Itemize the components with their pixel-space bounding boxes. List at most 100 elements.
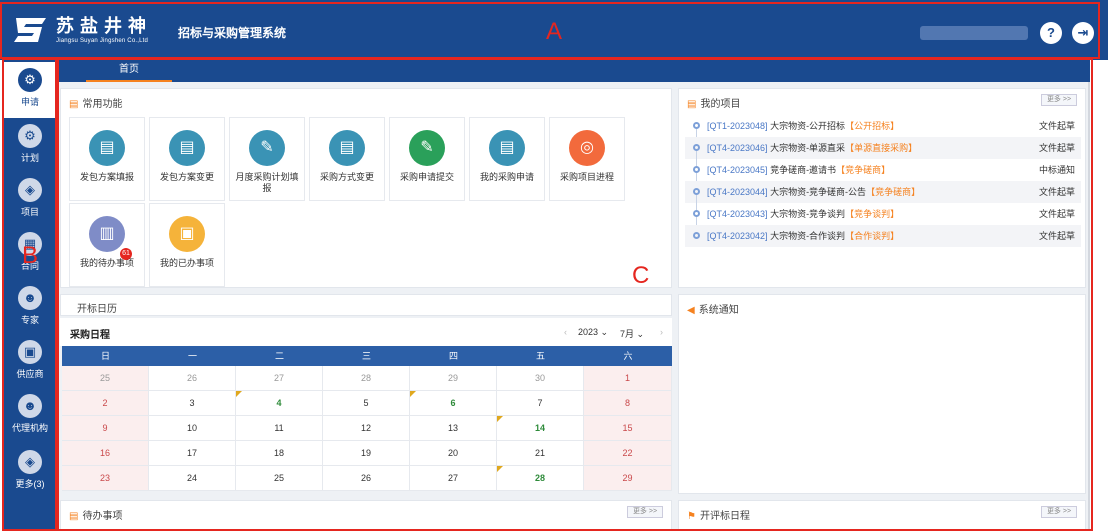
sidebar-item-project[interactable]: ◈ 项目 [4, 172, 56, 228]
calendar-day-cell[interactable]: 25 [62, 366, 149, 391]
calendar-day-number: 27 [273, 373, 284, 383]
event-flag-icon [236, 391, 242, 397]
calendar-day-number: 27 [447, 473, 458, 483]
next-month-icon[interactable]: › [660, 327, 663, 337]
panel-title: 常用功能 [82, 99, 123, 110]
sidebar-item-agency[interactable]: ☻ 代理机构 [4, 388, 56, 444]
timeline-dot-icon [693, 188, 700, 195]
event-flag-icon [497, 416, 503, 422]
sidebar-item-label: 项目 [20, 207, 39, 217]
calendar-day-cell[interactable]: 10 [149, 416, 236, 441]
prev-month-icon[interactable]: ‹ [564, 327, 567, 337]
project-row[interactable]: [QT4-2023045] 竞争磋商-邀请书【竞争磋商】 中标通知 [685, 159, 1081, 189]
project-row[interactable]: [QT4-2023043] 大宗物资-竞争谈判【竞争谈判】 文件起草 [685, 203, 1081, 233]
help-button[interactable]: ? [1040, 22, 1062, 44]
quick-function-item[interactable]: ▣ 我的已办事项 [149, 203, 225, 287]
calendar-day-cell[interactable]: 17 [149, 441, 236, 466]
calendar-day-number: 1 [624, 373, 630, 383]
calendar-day-cell[interactable]: 28 [497, 466, 584, 491]
speaker-icon: ◀ [687, 305, 695, 316]
calendar-day-number: 11 [274, 423, 284, 433]
panel-title: 开评标日程 [699, 511, 750, 522]
todo-panel: ▤ 待办事项 更多 >> [60, 500, 672, 531]
calendar-day-cell[interactable]: 12 [323, 416, 410, 441]
quick-function-item[interactable]: ✎ 采购申请提交 [389, 117, 465, 201]
calendar-day-cell[interactable]: 21 [497, 441, 584, 466]
calendar-day-number: 22 [622, 448, 633, 458]
calendar-day-cell[interactable]: 23 [62, 466, 149, 491]
sidebar-item-label: 代理机构 [11, 423, 48, 433]
calendar-day-cell[interactable]: 13 [410, 416, 497, 441]
quick-function-item[interactable]: ◎ 采购项目进程 [549, 117, 625, 201]
calendar-day-cell[interactable]: 4 [236, 391, 323, 416]
calendar-day-cell[interactable]: 19 [323, 441, 410, 466]
year-select[interactable]: 2023 [578, 327, 598, 337]
calendar-day-cell[interactable]: 30 [497, 366, 584, 391]
more-button[interactable]: 更多 >> [1041, 94, 1077, 106]
calendar-day-cell[interactable]: 3 [149, 391, 236, 416]
panel-title: 我的项目 [700, 99, 741, 110]
calendar-day-cell[interactable]: 1 [584, 366, 672, 391]
calendar-day-cell[interactable]: 24 [149, 466, 236, 491]
sidebar-item-supplier[interactable]: ▣ 供应商 [4, 334, 56, 390]
calendar-day-cell[interactable]: 26 [323, 466, 410, 491]
more-button[interactable]: 更多 >> [1041, 506, 1077, 518]
company-name-en: Jiangsu Suyan Jingshen Co.,Ltd [56, 38, 149, 44]
flag-icon: ⚑ [687, 511, 696, 522]
tab-home[interactable]: 首页 [86, 60, 172, 82]
calendar-day-cell[interactable]: 18 [236, 441, 323, 466]
scrollbar[interactable] [1088, 82, 1090, 531]
calendar-day-cell[interactable]: 8 [584, 391, 672, 416]
quick-function-item[interactable]: ▤ 采购方式变更 [309, 117, 385, 201]
calendar-day-cell[interactable]: 5 [323, 391, 410, 416]
quick-function-item[interactable]: ✎ 月度采购计划填报 [229, 117, 305, 201]
calendar-day-number: 16 [99, 448, 110, 458]
quick-function-item[interactable]: ▥ 61 我的待办事项 [69, 203, 145, 287]
sidebar-item-plan[interactable]: ⚙ 计划 [4, 118, 56, 174]
calendar-day-cell[interactable]: 29 [410, 366, 497, 391]
calendar-day-cell[interactable]: 22 [584, 441, 672, 466]
clipboard-icon: ▤ [489, 130, 525, 166]
more-button[interactable]: 更多 >> [627, 506, 663, 518]
list-icon: ▤ [69, 99, 79, 110]
my-projects-panel: ▤ 我的项目 更多 >> [QT1-2023048] 大宗物资-公开招标【公开招标… [678, 88, 1086, 288]
quick-function-item[interactable]: ▤ 我的采购申请 [469, 117, 545, 201]
quick-function-item[interactable]: ▤ 发包方案填报 [69, 117, 145, 201]
sidebar-item-label: 计划 [20, 153, 39, 163]
project-row[interactable]: [QT1-2023048] 大宗物资-公开招标【公开招标】 文件起草 [685, 115, 1081, 145]
project-status: 文件起草 [1038, 121, 1075, 131]
sidebar-item-apply[interactable]: ⚙ 申请 [4, 62, 56, 118]
calendar-day-cell[interactable]: 9 [62, 416, 149, 441]
calendar-day-cell[interactable]: 28 [323, 366, 410, 391]
list-icon: ▤ [687, 99, 697, 110]
calendar-day-cell[interactable]: 14 [497, 416, 584, 441]
project-row[interactable]: [QT4-2023046] 大宗物资-单源直采【单源直接采购】 文件起草 [685, 137, 1081, 167]
calendar-day-cell[interactable]: 25 [236, 466, 323, 491]
month-select[interactable]: 7月 [620, 329, 634, 339]
calendar-day-cell[interactable]: 27 [236, 366, 323, 391]
calendar-day-cell[interactable]: 6 [410, 391, 497, 416]
layers-icon: ◈ [18, 178, 42, 202]
project-row[interactable]: [QT4-2023044] 大宗物资-竞争磋商-公告【竞争磋商】 文件起草 [685, 181, 1081, 211]
quick-function-item[interactable]: ▤ 发包方案变更 [149, 117, 225, 201]
sidebar-item-expert[interactable]: ☻ 专家 [4, 280, 56, 336]
logout-button[interactable]: ⇥ [1072, 22, 1094, 44]
calendar-day-cell[interactable]: 20 [410, 441, 497, 466]
calendar-day-cell[interactable]: 2 [62, 391, 149, 416]
calendar-day-cell[interactable]: 11 [236, 416, 323, 441]
calendar-day-number: 26 [360, 473, 371, 483]
calendar-day-cell[interactable]: 15 [584, 416, 672, 441]
user-name-blurred[interactable] [920, 26, 1028, 40]
timeline-dot-icon [693, 122, 700, 129]
project-row[interactable]: [QT4-2023042] 大宗物资-合作谈判【合作谈判】 文件起草 [685, 225, 1081, 247]
calendar-day-number: 15 [622, 423, 633, 433]
calendar-day-number: 29 [447, 373, 458, 383]
edit-document-icon: ✎ [249, 130, 285, 166]
calendar-day-cell[interactable]: 16 [62, 441, 149, 466]
calendar-day-cell[interactable]: 7 [497, 391, 584, 416]
sidebar-item-more[interactable]: ◈ 更多(3) [4, 444, 56, 500]
calendar-day-cell[interactable]: 26 [149, 366, 236, 391]
calendar-day-cell[interactable]: 27 [410, 466, 497, 491]
calendar-day-cell[interactable]: 29 [584, 466, 672, 491]
system-title: 招标与采购管理系统 [178, 26, 287, 40]
